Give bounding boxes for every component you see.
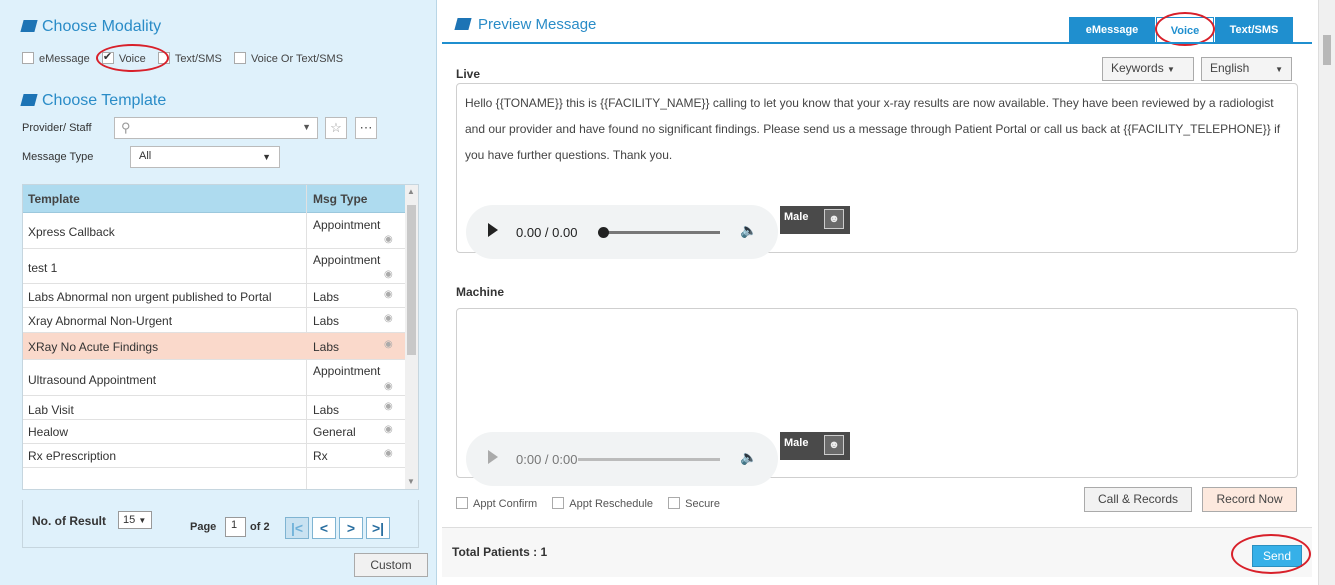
eye-icon[interactable]: ◉	[384, 289, 393, 300]
live-label: Live	[456, 67, 481, 81]
results-label: No. of Result	[32, 514, 106, 528]
scroll-down-icon[interactable]: ▼	[407, 477, 415, 486]
last-page-button[interactable]: >|	[366, 517, 390, 539]
eye-icon[interactable]: ◉	[384, 401, 393, 412]
prev-page-button[interactable]: <	[312, 517, 336, 539]
eye-icon[interactable]: ◉	[384, 234, 393, 245]
audio-time: 0.00 / 0.00	[516, 225, 578, 240]
modality-options: eMessage Voice Text/SMS Voice Or Text/SM…	[22, 50, 352, 65]
page-number-input[interactable]: 1	[225, 517, 246, 537]
template-title: Choose Template	[20, 92, 166, 110]
header-template[interactable]: Template	[28, 192, 80, 206]
eye-icon[interactable]: ◉	[384, 424, 393, 435]
option-appt-reschedule[interactable]: Appt Reschedule	[552, 497, 653, 510]
modality-title: Choose Modality	[20, 18, 161, 36]
call-records-button[interactable]: Call & Records	[1084, 487, 1192, 512]
modality-voice-or-text[interactable]: Voice Or Text/SMS	[233, 52, 343, 65]
first-page-button[interactable]: |<	[285, 517, 309, 539]
live-message-text[interactable]: Hello {{TONAME}} this is {{FACILITY_NAME…	[465, 90, 1291, 168]
eye-icon[interactable]: ◉	[384, 269, 393, 280]
chevron-down-icon[interactable]: ▼	[302, 122, 311, 132]
machine-voice-toggle[interactable]: Male ☻	[780, 432, 850, 460]
search-icon: ⚲	[121, 120, 131, 135]
template-table: Template Msg Type Xpress Callback Appoin…	[22, 184, 419, 490]
more-button[interactable]: ⋯	[355, 117, 377, 139]
total-patients: Total Patients : 1	[452, 545, 548, 559]
annotation-circle	[1155, 12, 1215, 46]
scroll-thumb[interactable]	[407, 205, 416, 355]
custom-button[interactable]: Custom	[354, 553, 428, 577]
eye-icon[interactable]: ◉	[384, 313, 393, 324]
machine-audio-player[interactable]: 0:00 / 0:00 🔈	[466, 432, 778, 486]
live-audio-player[interactable]: 0.00 / 0.00 🔈	[466, 205, 778, 259]
table-header: Template Msg Type	[23, 185, 406, 213]
live-voice-toggle[interactable]: Male ☻	[780, 206, 850, 234]
record-now-button[interactable]: Record Now	[1202, 487, 1297, 512]
audio-time: 0:00 / 0:00	[516, 452, 578, 467]
eye-icon[interactable]: ◉	[384, 339, 393, 350]
header-msg-type[interactable]: Msg Type	[313, 192, 367, 206]
message-options: Appt Confirm Appt Reschedule Secure	[456, 497, 732, 510]
provider-label: Provider/ Staff	[22, 122, 92, 134]
checkbox-icon[interactable]	[456, 497, 468, 509]
message-type-label: Message Type	[22, 151, 94, 163]
option-secure[interactable]: Secure	[668, 497, 720, 510]
results-per-page-select[interactable]: 15 ▼	[118, 511, 152, 529]
voice-avatar-icon: ☻	[824, 209, 844, 229]
tab-text-sms[interactable]: Text/SMS	[1215, 17, 1293, 43]
table-row[interactable]: Healow General ◉	[23, 420, 406, 444]
annotation-circle	[1231, 534, 1311, 574]
eye-icon[interactable]: ◉	[384, 448, 393, 459]
chevron-down-icon: ▼	[262, 152, 271, 162]
provider-search-input[interactable]: ⚲ ▼	[114, 117, 318, 139]
favorite-star-button[interactable]: ☆	[325, 117, 347, 139]
preview-title: Preview Message	[454, 16, 596, 33]
annotation-circle	[96, 44, 169, 72]
section-marker-icon	[20, 94, 38, 106]
checkbox-icon[interactable]	[22, 52, 34, 64]
next-page-button[interactable]: >	[339, 517, 363, 539]
table-row[interactable]: test 1 Appointment ◉	[23, 249, 406, 284]
audio-progress-knob[interactable]	[598, 227, 609, 238]
table-row[interactable]: Rx ePrescription Rx ◉	[23, 444, 406, 468]
window-scrollbar[interactable]	[1318, 0, 1335, 585]
checkbox-icon[interactable]	[668, 497, 681, 509]
eye-icon[interactable]: ◉	[384, 381, 393, 392]
table-scrollbar[interactable]: ▲ ▼	[405, 185, 418, 489]
volume-icon[interactable]: 🔈	[740, 449, 757, 466]
preview-footer: Total Patients : 1 Send	[442, 527, 1312, 577]
checkbox-icon[interactable]	[552, 497, 565, 509]
machine-label: Machine	[456, 285, 505, 299]
language-select[interactable]: English ▼	[1201, 57, 1292, 81]
section-marker-icon	[20, 20, 38, 32]
tab-underline	[442, 42, 1312, 44]
table-row[interactable]: Ultrasound Appointment Appointment ◉	[23, 360, 406, 396]
option-appt-confirm[interactable]: Appt Confirm	[456, 497, 537, 510]
scroll-thumb[interactable]	[1323, 35, 1331, 65]
table-row[interactable]: Xray Abnormal Non-Urgent Labs ◉	[23, 308, 406, 333]
audio-progress-track[interactable]	[604, 231, 720, 234]
modality-emessage[interactable]: eMessage	[22, 52, 90, 65]
table-row[interactable]: Lab Visit Labs ◉	[23, 396, 406, 420]
play-icon[interactable]	[488, 450, 498, 464]
page-label: Page	[190, 521, 217, 533]
volume-icon[interactable]: 🔈	[740, 222, 757, 239]
keywords-dropdown[interactable]: Keywords ▼	[1102, 57, 1194, 81]
voice-avatar-icon: ☻	[824, 435, 844, 455]
scroll-up-icon[interactable]: ▲	[407, 187, 415, 196]
table-row-selected[interactable]: XRay No Acute Findings Labs ◉	[23, 333, 406, 360]
section-marker-icon	[454, 18, 472, 30]
template-panel: Choose Modality eMessage Voice Text/SMS …	[0, 0, 437, 585]
table-row[interactable]: Labs Abnormal non urgent published to Po…	[23, 284, 406, 308]
table-row[interactable]: Xpress Callback Appointment ◉	[23, 214, 406, 249]
page-total: of 2	[250, 521, 270, 533]
preview-panel: Preview Message eMessage Voice Text/SMS …	[442, 0, 1315, 585]
play-icon[interactable]	[488, 223, 498, 237]
message-type-select[interactable]: All ▼	[130, 146, 280, 168]
table-footer: No. of Result 15 ▼ Page 1 of 2 |< < > >|	[22, 500, 419, 548]
checkbox-icon[interactable]	[233, 52, 246, 64]
audio-progress-track[interactable]	[578, 458, 720, 461]
tab-emessage[interactable]: eMessage	[1069, 17, 1155, 43]
